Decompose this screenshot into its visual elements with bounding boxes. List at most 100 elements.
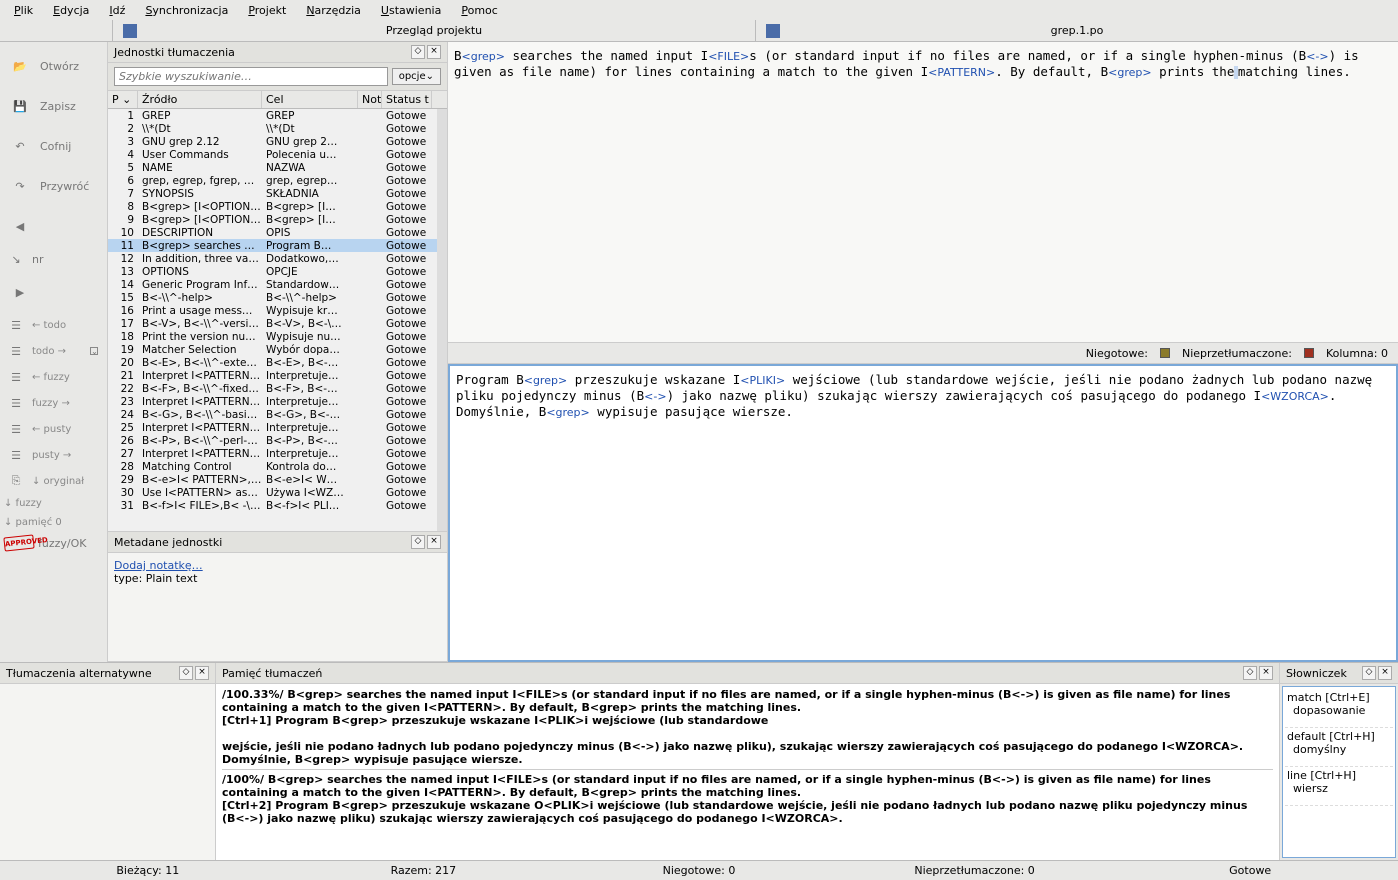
- menu-narzedzia[interactable]: Narzędzia: [296, 2, 371, 19]
- next-todo-button[interactable]: ☰todo →⌄: [2, 338, 105, 364]
- pusty-left-label: ← pusty: [32, 424, 71, 435]
- scrollbar[interactable]: [437, 109, 447, 531]
- glossary-item[interactable]: default [Ctrl+H]domyślny: [1285, 728, 1393, 767]
- prev-empty-button[interactable]: ☰← pusty: [2, 416, 105, 442]
- menu-sync[interactable]: Synchronizacja: [135, 2, 238, 19]
- save-button[interactable]: 💾 Zapisz: [2, 86, 105, 126]
- gloss-panel-title: Słowniczek ◇×: [1280, 663, 1398, 684]
- fuzzy-ok-button[interactable]: APPROVEDfuzzy/OK⌄: [2, 532, 105, 554]
- floppy-icon: 💾: [4, 90, 36, 122]
- copy-original-button[interactable]: ⎘↓ oryginał: [2, 468, 105, 494]
- glossary-body[interactable]: match [Ctrl+E]dopasowaniedefault [Ctrl+H…: [1282, 686, 1396, 858]
- menu-edycja[interactable]: Edycja: [43, 2, 99, 19]
- close-button[interactable]: ×: [427, 535, 441, 549]
- col-not-header[interactable]: Not: [358, 91, 382, 108]
- table-row[interactable]: 27Interpret I<PATTERN…Interpretuje…Gotow…: [108, 447, 437, 460]
- table-row[interactable]: 8B<grep> [I<OPTION…B<grep> [I…Gotowe: [108, 200, 437, 213]
- close-button[interactable]: ×: [1259, 666, 1273, 680]
- redo-button[interactable]: ↷Przywróć: [2, 166, 105, 206]
- close-button[interactable]: ×: [195, 666, 209, 680]
- col-zrodlo-header[interactable]: Źródło: [138, 91, 262, 108]
- table-row[interactable]: 19Matcher SelectionWybór dopa…Gotowe: [108, 343, 437, 356]
- table-row[interactable]: 6grep, egrep, fgrep, …grep, egrep…Gotowe: [108, 174, 437, 187]
- tab-file[interactable]: grep.1.po: [755, 20, 1398, 41]
- col-p-header[interactable]: P ⌄: [108, 91, 138, 108]
- table-row[interactable]: 23Interpret I<PATTERN…Interpretuje…Gotow…: [108, 395, 437, 408]
- table-row[interactable]: 18Print the version nu…Wypisuje nu…Gotow…: [108, 330, 437, 343]
- diamond-button[interactable]: ◇: [179, 666, 193, 680]
- next-fuzzy-button[interactable]: ☰fuzzy →: [2, 390, 105, 416]
- close-button[interactable]: ×: [1378, 666, 1392, 680]
- table-row[interactable]: 3GNU grep 2.12GNU grep 2…Gotowe: [108, 135, 437, 148]
- units-title-label: Jednostki tłumaczenia: [114, 46, 235, 59]
- table-row[interactable]: 30Use I<PATTERN> as…Używa I<WZ…Gotowe: [108, 486, 437, 499]
- diamond-button[interactable]: ◇: [1362, 666, 1376, 680]
- table-row[interactable]: 10DESCRIPTIONOPISGotowe: [108, 226, 437, 239]
- menu-pomoc[interactable]: Pomoc: [451, 2, 507, 19]
- diamond-button[interactable]: ◇: [1243, 666, 1257, 680]
- glossary-item[interactable]: line [Ctrl+H]wiersz: [1285, 767, 1393, 806]
- undo-button[interactable]: ↶Cofnij: [2, 126, 105, 166]
- tm-panel-title: Pamięć tłumaczeń ◇×: [216, 663, 1279, 684]
- chevron-down-icon[interactable]: ⌄: [90, 347, 98, 355]
- add-note-link[interactable]: Dodaj notatkę…: [114, 559, 203, 572]
- table-row[interactable]: 2\\*(Dt\\*(DtGotowe: [108, 122, 437, 135]
- diamond-button[interactable]: ◇: [411, 535, 425, 549]
- table-row[interactable]: 7SYNOPSISSKŁADNIAGotowe: [108, 187, 437, 200]
- table-row[interactable]: 25Interpret I<PATTERN…Interpretuje…Gotow…: [108, 421, 437, 434]
- prev-todo-button[interactable]: ☰← todo: [2, 312, 105, 338]
- menu-idz[interactable]: Idź: [99, 2, 135, 19]
- table-row[interactable]: 28Matching ControlKontrola do…Gotowe: [108, 460, 437, 473]
- units-table: P ⌄ Źródło Cel Not Status t 1GREPGREPGot…: [108, 91, 447, 532]
- redo-icon: ↷: [4, 170, 36, 202]
- tm-body[interactable]: /100.33%/ B<grep> searches the named inp…: [216, 684, 1279, 860]
- table-row[interactable]: 26B<-P>, B<-\\^-perl-…B<-P>, B<-…Gotowe: [108, 434, 437, 447]
- prev-fuzzy-button[interactable]: ☰← fuzzy: [2, 364, 105, 390]
- table-row[interactable]: 11B<grep> searches …Program B…Gotowe: [108, 239, 437, 252]
- nr-button[interactable]: ↘nr: [2, 246, 105, 272]
- table-row[interactable]: 9B<grep> [I<OPTION…B<grep> [I…Gotowe: [108, 213, 437, 226]
- next-arrow-button[interactable]: ▶: [2, 272, 105, 312]
- table-body[interactable]: 1GREPGREPGotowe2\\*(Dt\\*(DtGotowe3GNU g…: [108, 109, 437, 531]
- search-options-button[interactable]: opcje⌄: [392, 68, 441, 85]
- col-cel-header[interactable]: Cel: [262, 91, 358, 108]
- glossary-item[interactable]: match [Ctrl+E]dopasowanie: [1285, 689, 1393, 728]
- col-status-header[interactable]: Status t: [382, 91, 432, 108]
- table-row[interactable]: 15B<-\\^-help>B<-\\^-help>Gotowe: [108, 291, 437, 304]
- table-row[interactable]: 12In addition, three va…Dodatkowo,…Gotow…: [108, 252, 437, 265]
- mark-fuzzy-button[interactable]: ↓ fuzzy: [2, 494, 105, 513]
- save-label: Zapisz: [40, 100, 76, 113]
- next-empty-button[interactable]: ☰pusty →: [2, 442, 105, 468]
- table-row[interactable]: 1GREPGREPGotowe: [108, 109, 437, 122]
- search-input[interactable]: [114, 67, 388, 86]
- table-row[interactable]: 13OPTIONSOPCJEGotowe: [108, 265, 437, 278]
- editor-status-bar: Niegotowe: Nieprzetłumaczone: Kolumna: 0: [448, 342, 1398, 364]
- open-button[interactable]: 📂Otwórz: [2, 46, 105, 86]
- table-row[interactable]: 5NAMENAZWAGotowe: [108, 161, 437, 174]
- close-button[interactable]: ×: [427, 45, 441, 59]
- table-row[interactable]: 14Generic Program Inf…Standardow…Gotowe: [108, 278, 437, 291]
- left-toolbar: 📂Otwórz 💾Zapisz ↶Cofnij ↷Przywróć ◀ ↘nr …: [0, 42, 108, 662]
- table-row[interactable]: 29B<-e>I< PATTERN>,…B<-e>I< W…Gotowe: [108, 473, 437, 486]
- tm-insert-button[interactable]: ↓ pamięć 0: [2, 513, 105, 532]
- table-row[interactable]: 24B<-G>, B<-\\^-basi…B<-G>, B<-…Gotowe: [108, 408, 437, 421]
- table-row[interactable]: 16Print a usage mess…Wypisuje kr…Gotowe: [108, 304, 437, 317]
- table-row[interactable]: 21Interpret I<PATTERN…Interpretuje…Gotow…: [108, 369, 437, 382]
- menu-plik[interactable]: Plik: [4, 2, 43, 19]
- table-row[interactable]: 22B<-F>, B<-\\^-fixed…B<-F>, B<-…Gotowe: [108, 382, 437, 395]
- status-niegotowe: Niegotowe: 0: [561, 864, 837, 877]
- menu-ustawienia[interactable]: Ustawienia: [371, 2, 451, 19]
- target-editor[interactable]: Program B<grep> przeszukuje wskazane I<P…: [448, 364, 1398, 662]
- alt-panel-title: Tłumaczenia alternatywne ◇×: [0, 663, 215, 684]
- table-row[interactable]: 17B<-V>, B<-\\^-versi…B<-V>, B<-\…Gotowe: [108, 317, 437, 330]
- prev-arrow-button[interactable]: ◀: [2, 206, 105, 246]
- table-row[interactable]: 20B<-E>, B<-\\^-exte…B<-E>, B<-…Gotowe: [108, 356, 437, 369]
- table-row[interactable]: 4User CommandsPolecenia u…Gotowe: [108, 148, 437, 161]
- kolumna-label: Kolumna: 0: [1326, 347, 1388, 360]
- diamond-button[interactable]: ◇: [411, 45, 425, 59]
- menu-projekt[interactable]: Projekt: [238, 2, 296, 19]
- alt-translations-panel: Tłumaczenia alternatywne ◇×: [0, 663, 216, 860]
- tab-project-overview[interactable]: Przegląd projektu: [112, 20, 755, 41]
- table-header: P ⌄ Źródło Cel Not Status t: [108, 91, 447, 109]
- table-row[interactable]: 31B<-f>I< FILE>,B< -\…B<-f>I< PLI…Gotowe: [108, 499, 437, 512]
